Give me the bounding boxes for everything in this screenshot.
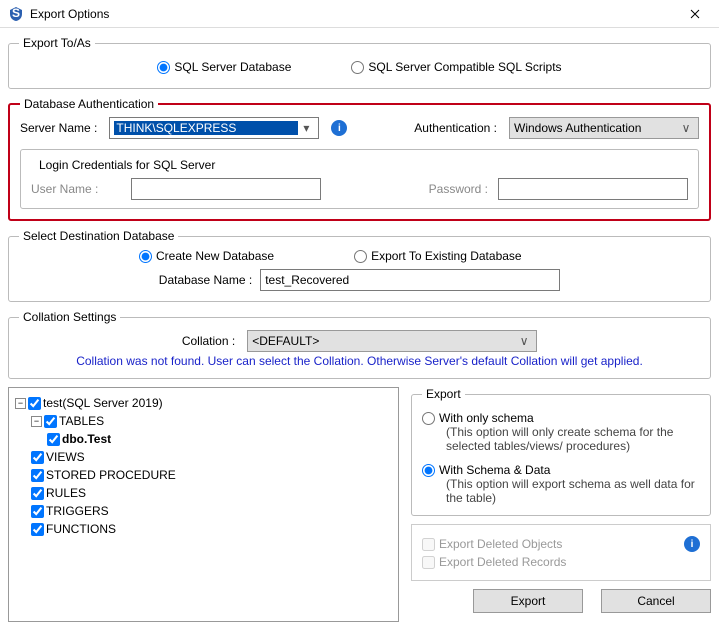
tree-check-sp[interactable]: [31, 469, 44, 482]
radio-create-new-input[interactable]: [139, 250, 152, 263]
radio-sql-db[interactable]: SQL Server Database: [157, 60, 291, 74]
tree-check-triggers[interactable]: [31, 505, 44, 518]
creds-legend: Login Credentials for SQL Server: [35, 158, 219, 172]
radio-sql-scripts-input[interactable]: [351, 61, 364, 74]
radio-sql-db-input[interactable]: [157, 61, 170, 74]
chevron-down-icon: ∨: [516, 334, 532, 348]
export-button[interactable]: Export: [473, 589, 583, 613]
close-button[interactable]: [675, 2, 715, 26]
radio-existing-input[interactable]: [354, 250, 367, 263]
username-label: User Name :: [31, 182, 121, 196]
collation-group: Collation Settings Collation : <DEFAULT>…: [8, 310, 711, 379]
dbname-label: Database Name :: [159, 273, 252, 287]
radio-existing-label: Export To Existing Database: [371, 249, 522, 263]
radio-existing[interactable]: Export To Existing Database: [354, 249, 522, 263]
server-name-value: THINK\SQLEXPRESS: [114, 121, 298, 135]
radio-sql-scripts-label: SQL Server Compatible SQL Scripts: [368, 60, 561, 74]
password-label: Password :: [429, 182, 488, 196]
tree-triggers-label: TRIGGERS: [46, 502, 109, 520]
tree-check-dbo-test[interactable]: [47, 433, 60, 446]
radio-sql-db-label: SQL Server Database: [174, 60, 291, 74]
tree-root-label: test(SQL Server 2019): [43, 394, 163, 412]
tree-check-rules[interactable]: [31, 487, 44, 500]
cancel-button[interactable]: Cancel: [601, 589, 711, 613]
check-deleted-records: Export Deleted Records: [422, 555, 700, 569]
tree-views-label: VIEWS: [46, 448, 85, 466]
tree-check-root[interactable]: [28, 397, 41, 410]
export-to-legend: Export To/As: [19, 36, 95, 50]
tree-check-views[interactable]: [31, 451, 44, 464]
authentication-label: Authentication :: [414, 121, 497, 135]
collation-combo[interactable]: <DEFAULT> ∨: [247, 330, 537, 352]
radio-only-schema[interactable]: With only schema: [422, 411, 700, 425]
tree-functions-label: FUNCTIONS: [46, 520, 116, 538]
username-input: [131, 178, 321, 200]
cancel-button-label: Cancel: [637, 594, 674, 608]
server-name-combo[interactable]: THINK\SQLEXPRESS ▾: [109, 117, 319, 139]
tree-tables-label: TABLES: [59, 412, 104, 430]
svg-text:S: S: [12, 6, 20, 20]
server-name-label: Server Name :: [20, 121, 97, 135]
check-deleted-records-input: [422, 556, 435, 569]
export-mode-group: Export With only schema (This option wil…: [411, 387, 711, 516]
radio-only-schema-label: With only schema: [439, 411, 534, 425]
info-icon[interactable]: i: [331, 120, 347, 136]
radio-schema-data-label: With Schema & Data: [439, 463, 550, 477]
password-input: [498, 178, 688, 200]
tree-dbo-test-label: dbo.Test: [62, 430, 111, 448]
dest-group: Select Destination Database Create New D…: [8, 229, 711, 302]
tree-collapse-icon[interactable]: −: [15, 398, 26, 409]
tree-check-functions[interactable]: [31, 523, 44, 536]
info-icon[interactable]: i: [684, 536, 700, 552]
radio-sql-scripts[interactable]: SQL Server Compatible SQL Scripts: [351, 60, 561, 74]
auth-legend: Database Authentication: [20, 97, 158, 111]
authentication-combo[interactable]: Windows Authentication ∨: [509, 117, 699, 139]
check-deleted-objects: Export Deleted Objects i: [422, 536, 700, 552]
app-icon: S: [8, 6, 24, 22]
check-deleted-objects-input: [422, 538, 435, 551]
dbname-input[interactable]: [260, 269, 560, 291]
window-title: Export Options: [30, 7, 675, 21]
collation-legend: Collation Settings: [19, 310, 120, 324]
tree-collapse-icon[interactable]: −: [31, 416, 42, 427]
tree-rules-label: RULES: [46, 484, 86, 502]
collation-label: Collation :: [182, 334, 235, 348]
auth-group: Database Authentication Server Name : TH…: [8, 97, 711, 221]
export-to-group: Export To/As SQL Server Database SQL Ser…: [8, 36, 711, 89]
only-schema-desc: (This option will only create schema for…: [422, 425, 700, 453]
authentication-value: Windows Authentication: [514, 121, 678, 135]
tree-sp-label: STORED PROCEDURE: [46, 466, 176, 484]
radio-create-new-label: Create New Database: [156, 249, 274, 263]
tree-check-tables[interactable]: [44, 415, 57, 428]
deleted-options: Export Deleted Objects i Export Deleted …: [411, 524, 711, 581]
export-button-label: Export: [511, 594, 546, 608]
check-deleted-records-label: Export Deleted Records: [439, 555, 566, 569]
schema-data-desc: (This option will export schema as well …: [422, 477, 700, 505]
collation-value: <DEFAULT>: [252, 334, 516, 348]
radio-schema-data[interactable]: With Schema & Data: [422, 463, 700, 477]
radio-schema-data-input[interactable]: [422, 464, 435, 477]
dest-legend: Select Destination Database: [19, 229, 178, 243]
collation-note: Collation was not found. User can select…: [19, 352, 700, 368]
chevron-down-icon: ▾: [298, 121, 314, 135]
radio-only-schema-input[interactable]: [422, 412, 435, 425]
chevron-down-icon: ∨: [678, 121, 694, 135]
object-tree[interactable]: − test(SQL Server 2019) − TABLES: [8, 387, 399, 622]
radio-create-new[interactable]: Create New Database: [139, 249, 274, 263]
check-deleted-objects-label: Export Deleted Objects: [439, 537, 562, 551]
export-mode-legend: Export: [422, 387, 465, 401]
